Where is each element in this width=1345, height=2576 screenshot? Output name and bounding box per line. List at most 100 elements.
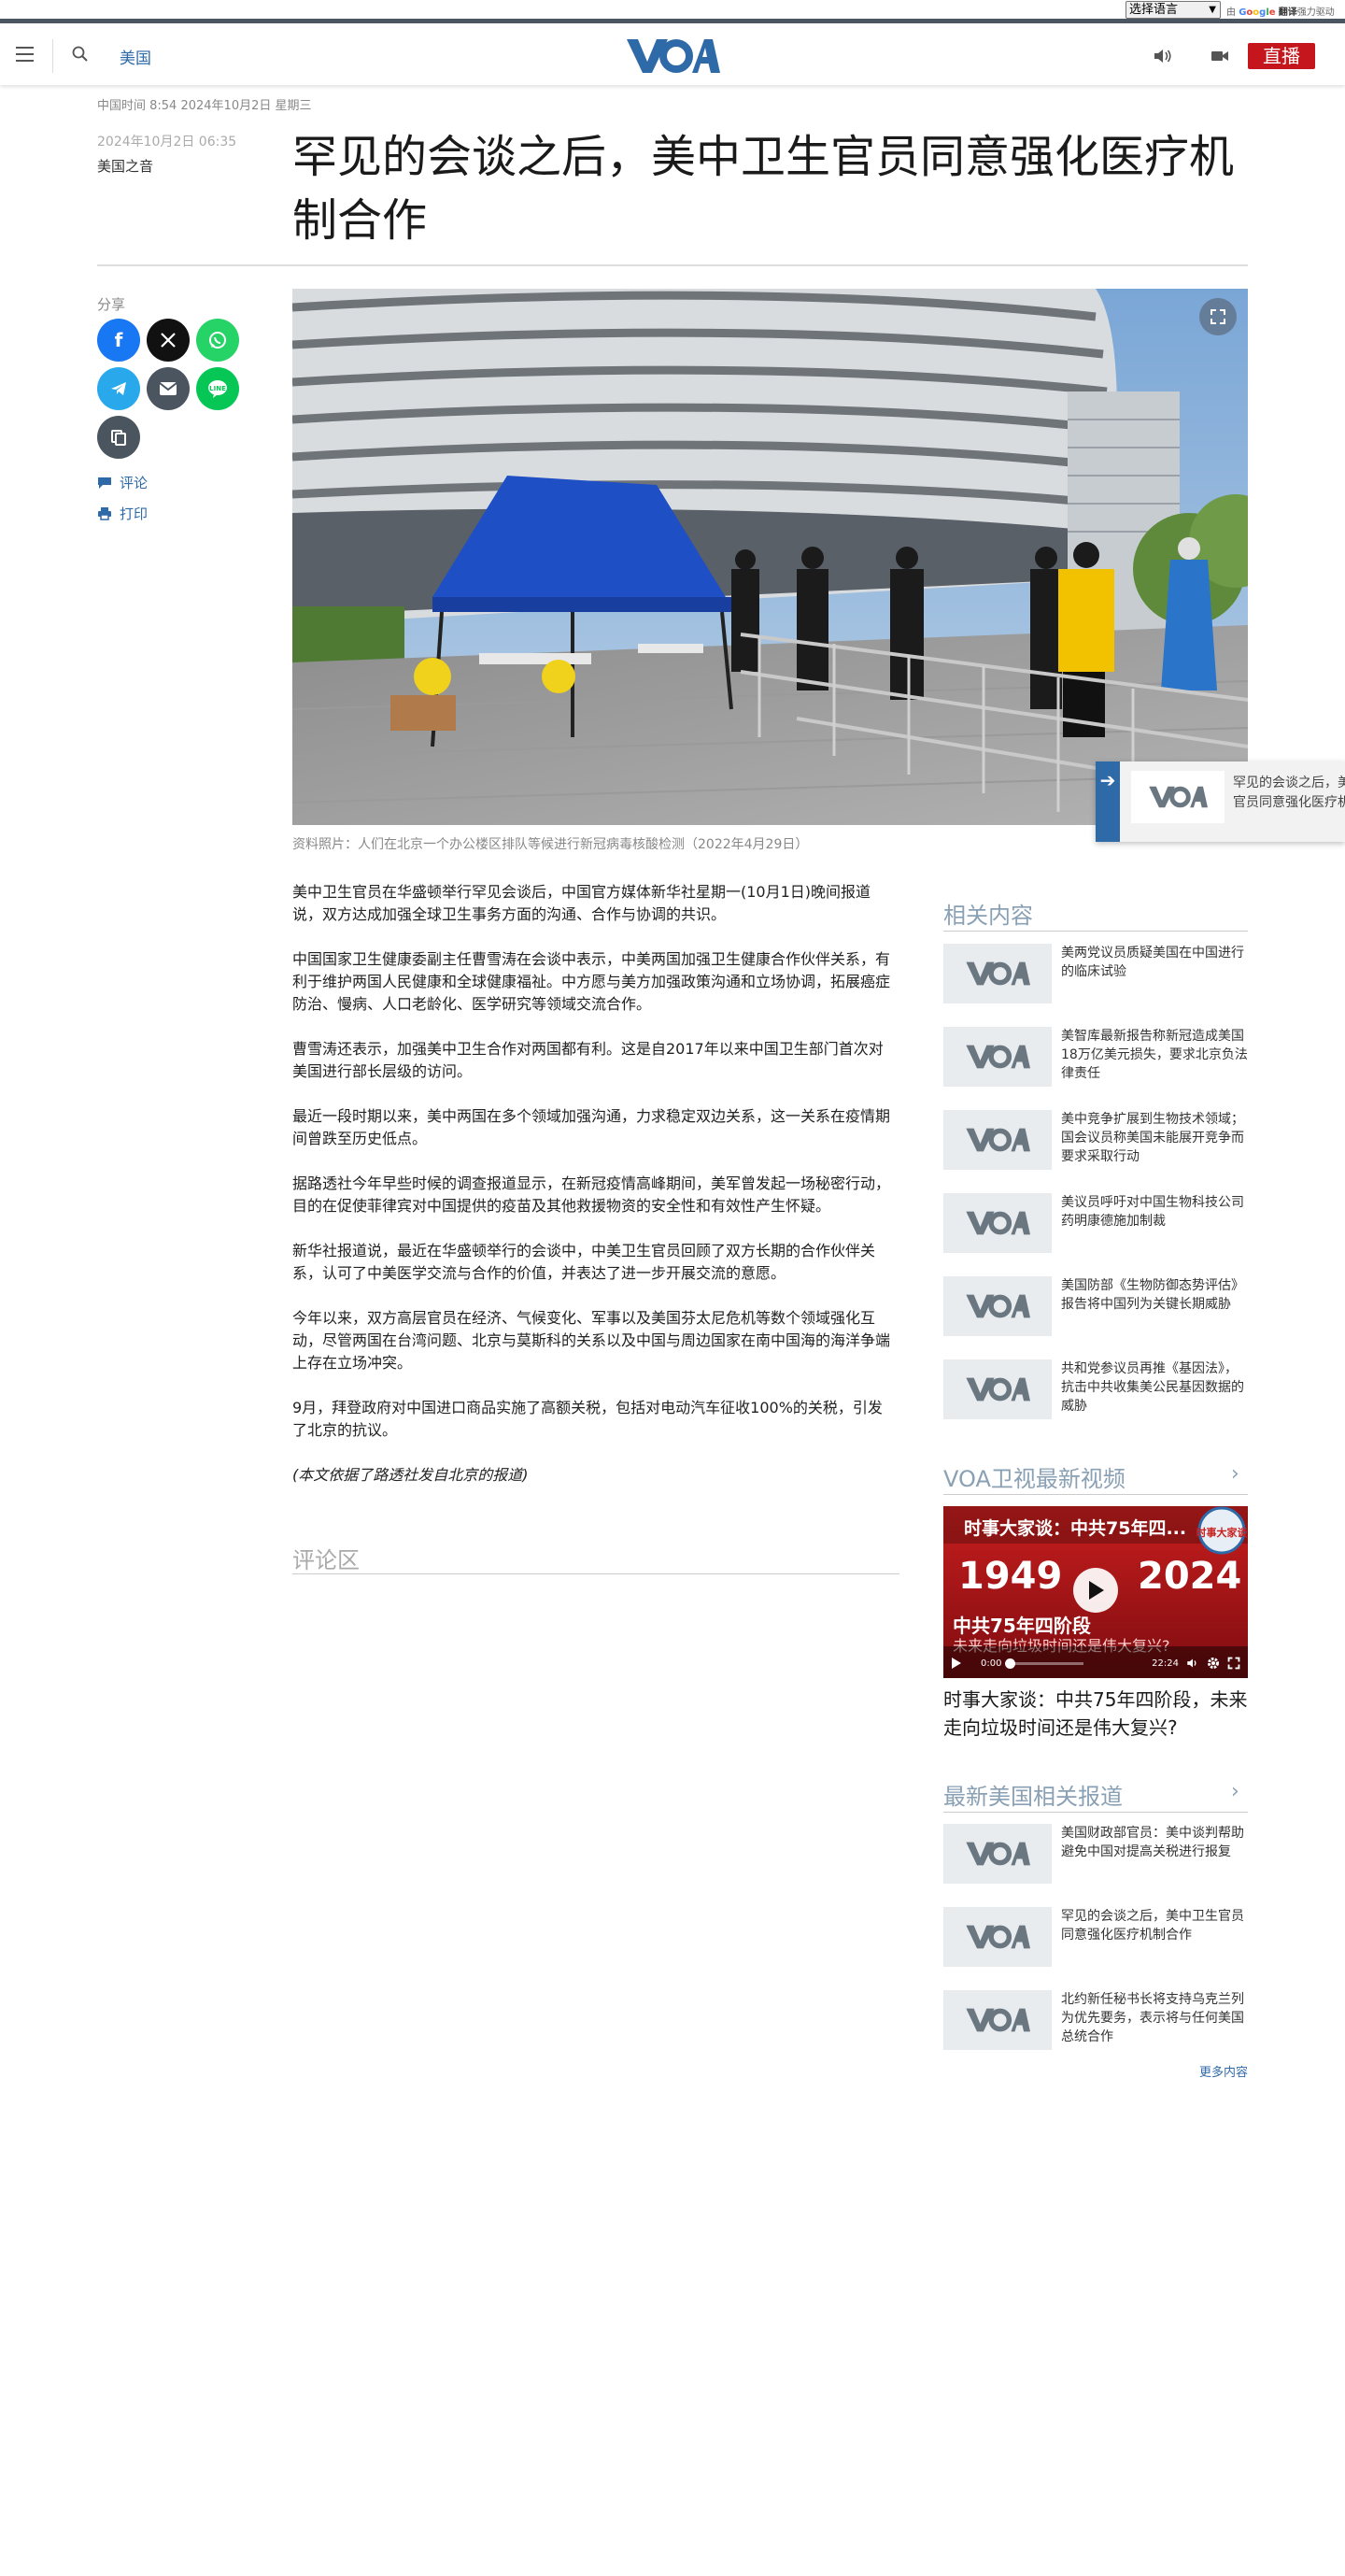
photo-caption: 资料照片：人们在北京一个办公楼区排队等候进行新冠病毒核酸检测（2022年4月29… [292,837,809,852]
more-content-link[interactable]: 更多内容 [1199,2062,1248,2080]
article-paragraph: 新华社报道说，最近在华盛顿举行的会谈中，中美卫生官员回顾了双方长期的合作伙伴关系… [292,1242,876,1282]
video-year-left: 1949 [958,1555,1062,1598]
latest-item[interactable]: 美国财政部官员：美中谈判帮助避免中国对提高关税进行报复 [943,1824,1248,1884]
voa-logo-thumb [943,944,1052,1003]
voa-logo[interactable] [625,37,720,75]
video-divider [943,1494,1248,1495]
article-paragraph: 据路透社今年早些时候的调查报道显示，在新冠疫情高峰期间，美军曾发起一场秘密行动，… [292,1174,891,1215]
article-source-note: (本文依据了路透社发自北京的报道) [292,1466,529,1484]
article-paragraph: 今年以来，双方高层官员在经济、气候变化、军事以及美国芬太尼危机等数个领域强化互动… [292,1309,891,1372]
related-item-title: 美中竞争扩展到生物技术领域；国会议员称美国未能展开竞争而要求采取行动 [1061,1112,1244,1164]
voa-logo-thumb [943,1193,1052,1253]
expand-icon [1210,309,1225,324]
related-item-title: 美两党议员质疑美国在中国进行的临床试验 [1061,946,1244,979]
program-badge: 时事大家谈 [1196,1526,1249,1539]
printer-icon [98,507,111,520]
language-select[interactable]: 选择语言 ▼ [1126,1,1221,19]
whatsapp-share-button[interactable] [196,319,239,362]
powered-by-text: 由 [1226,7,1236,18]
chevron-right-icon[interactable]: › [1231,1780,1239,1803]
video-current-time: 0:00 [981,1658,1002,1669]
comment-icon [98,477,111,489]
comment-link[interactable]: 评论 [97,473,148,492]
video-progress-handle[interactable] [1005,1658,1016,1669]
copy-link-button[interactable] [97,416,140,459]
title-divider [97,264,1248,266]
video-total-time: 22:24 [1152,1658,1179,1669]
video-player[interactable]: 时事大家谈：中共75年四... 时事大家谈 1949 2024 中共75年四阶段… [943,1506,1248,1678]
related-item-title: 美议员呼吁对中国生物科技公司药明康德施加制裁 [1061,1195,1244,1229]
video-banner: 中共75年四阶段 [953,1615,1091,1637]
video-controls: 0:00 22:24 [943,1648,1248,1678]
translate-powered-by: 由 Google 翻译强力驱动 [1226,4,1335,18]
expand-image-button[interactable] [1199,298,1237,335]
related-item-title: 美智库最新报告称新冠造成美国18万亿美元损失，要求北京负法律责任 [1061,1029,1248,1081]
article-paragraph: 曹雪涛还表示，加强美中卫生合作对两国都有利。这是自2017年以来中国卫生部门首次… [292,1040,884,1080]
print-link[interactable]: 打印 [97,504,148,523]
search-icon[interactable] [71,45,90,64]
play-button[interactable] [1073,1568,1118,1613]
voa-logo-thumb [943,1990,1052,2050]
live-button[interactable]: 直播 [1248,43,1315,69]
voa-logo-thumb [943,1027,1052,1087]
copy-icon [111,430,126,446]
volume-icon[interactable] [1186,1657,1199,1670]
play-icon [1089,1581,1104,1600]
speaker-icon[interactable] [1153,47,1173,65]
comments-divider [292,1573,899,1574]
voa-logo-thumb [943,1907,1052,1967]
floating-card-title: 罕见的会谈之后，美中卫生 官员同意强化医疗机制合作 [1233,774,1345,813]
svg-text:LINE: LINE [209,385,226,392]
line-share-button[interactable]: LINE [196,367,239,410]
site-header: 美国 直播 [0,28,1345,85]
latest-divider [943,1812,1248,1813]
article-paragraph: 美中卫生官员在华盛顿举行罕见会谈后，中国官方媒体新华社星期一(10月1日)晚间报… [292,883,871,923]
fullscreen-icon[interactable] [1227,1657,1240,1670]
related-item[interactable]: 美两党议员质疑美国在中国进行的临床试验 [943,944,1248,1003]
related-item[interactable]: 美智库最新报告称新冠造成美国18万亿美元损失，要求北京负法律责任 [943,1027,1248,1087]
voa-logo-thumb [1149,786,1208,808]
latest-item-title: 罕见的会谈之后，美中卫生官员同意强化医疗机制合作 [1061,1909,1244,1943]
related-item[interactable]: 美中竞争扩展到生物技术领域；国会议员称美国未能展开竞争而要求采取行动 [943,1110,1248,1170]
related-item[interactable]: 美国防部《生物防御态势评估》报告将中国列为关键长期威胁 [943,1276,1248,1336]
chevron-down-icon: ▼ [1209,5,1216,15]
latest-item-title: 北约新任秘书长将支持乌克兰列为优先要务，表示将与任何美国总统合作 [1061,1992,1244,2044]
translate-link[interactable]: 翻译 [1279,7,1297,18]
related-item[interactable]: 共和党参议员再推《基因法》，抗击中共收集美公民基因数据的威胁 [943,1359,1248,1419]
latest-item[interactable]: 罕见的会谈之后，美中卫生官员同意强化医疗机制合作 [943,1907,1248,1967]
floating-card-arrow[interactable]: ➔ [1096,761,1120,842]
article-title: 罕见的会谈之后，美中卫生官员同意强化医疗机制合作 [292,131,1235,247]
floating-article-card[interactable]: ➔ 罕见的会谈之后，美中卫生 官员同意强化医疗机制合作 [1096,761,1345,842]
section-link-us[interactable]: 美国 [120,45,151,68]
floating-card-thumbnail [1131,771,1225,823]
x-share-button[interactable] [147,319,190,362]
header-divider [52,39,53,73]
article-paragraph: 最近一段时期以来，美中两国在多个领域加强沟通，力求稳定双边关系，这一关系在疫情期… [292,1107,891,1147]
chevron-right-icon[interactable]: › [1231,1462,1239,1486]
latest-heading[interactable]: 最新美国相关报道 [943,1778,1123,1811]
hero-photo[interactable] [292,289,1248,825]
comments-heading: 评论区 [292,1547,360,1573]
facebook-icon: f [114,329,123,351]
video-heading[interactable]: VOA卫视最新视频 [943,1460,1126,1493]
facebook-share-button[interactable]: f [97,319,140,362]
voa-logo-thumb [943,1110,1052,1170]
play-small-icon[interactable] [951,1657,962,1670]
language-select-label: 选择语言 [1129,3,1179,17]
google-logo: Google [1239,7,1276,18]
share-label: 分享 [97,296,126,313]
settings-gear-icon[interactable] [1207,1657,1220,1670]
video-title-link[interactable]: 时事大家谈：中共75年四阶段，未来走向垃圾时间还是伟大复兴? [943,1686,1252,1742]
video-progress-bar[interactable] [1005,1658,1084,1669]
author[interactable]: 美国之音 [97,156,153,176]
related-item[interactable]: 美议员呼吁对中国生物科技公司药明康德施加制裁 [943,1193,1248,1253]
publish-date: 2024年10月2日 06:35 [97,135,237,149]
email-share-button[interactable] [147,367,190,410]
related-heading: 相关内容 [943,903,1033,929]
latest-item[interactable]: 北约新任秘书长将支持乌克兰列为优先要务，表示将与任何美国总统合作 [943,1990,1248,2050]
video-camera-icon[interactable] [1210,49,1229,64]
comment-link-label: 评论 [120,475,149,491]
hamburger-menu-icon[interactable] [16,47,34,62]
telegram-share-button[interactable] [97,367,140,410]
latest-item-title: 美国财政部官员：美中谈判帮助避免中国对提高关税进行报复 [1061,1826,1244,1859]
